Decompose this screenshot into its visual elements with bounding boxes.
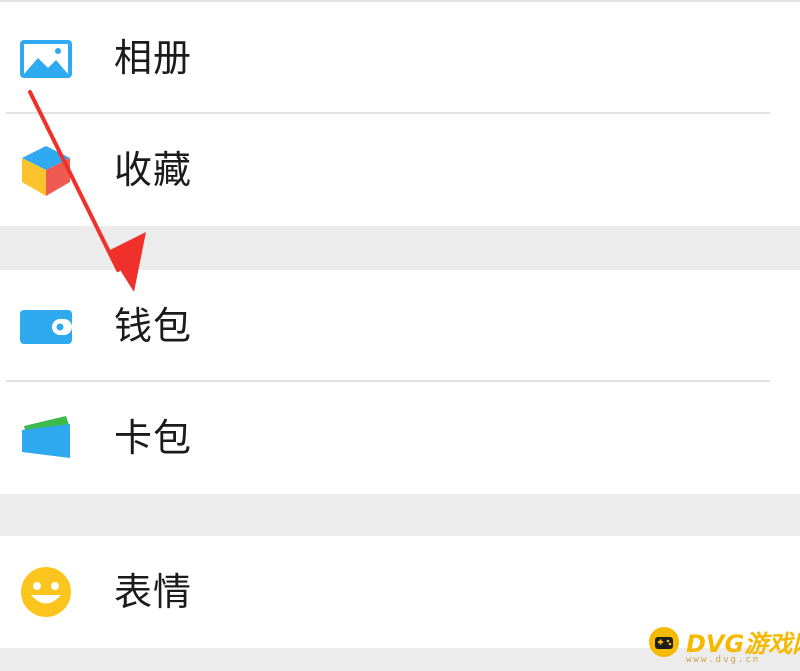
settings-menu-screen: 相册 收藏 钱包 卡包 表情 DVG游戏 www.dvg.cn xyxy=(0,0,800,671)
menu-group-wallet: 钱包 卡包 xyxy=(0,270,800,494)
gamepad-logo-icon xyxy=(649,627,679,657)
site-watermark: DVG游戏网 www.dvg.cn xyxy=(648,622,800,668)
card-pack-icon xyxy=(22,416,70,458)
sticker-smiley-icon xyxy=(21,567,71,617)
menu-item-label: 卡包 xyxy=(114,416,193,460)
menu-item-card-pack[interactable]: 卡包 xyxy=(0,382,800,494)
favorites-cube-icon xyxy=(22,146,70,196)
menu-item-label: 钱包 xyxy=(114,304,193,348)
menu-item-album[interactable]: 相册 xyxy=(0,2,800,114)
menu-item-wallet[interactable]: 钱包 xyxy=(0,270,800,382)
menu-item-label: 收藏 xyxy=(114,148,193,192)
watermark-subtitle: www.dvg.cn xyxy=(686,655,761,665)
wallet-icon xyxy=(20,310,72,344)
menu-item-favorites[interactable]: 收藏 xyxy=(0,114,800,226)
menu-item-label: 表情 xyxy=(114,570,193,614)
photo-album-icon xyxy=(20,40,72,78)
menu-item-label: 相册 xyxy=(114,36,193,80)
watermark-title: DVG游戏网 xyxy=(686,630,800,658)
menu-group-media: 相册 收藏 xyxy=(0,0,800,226)
